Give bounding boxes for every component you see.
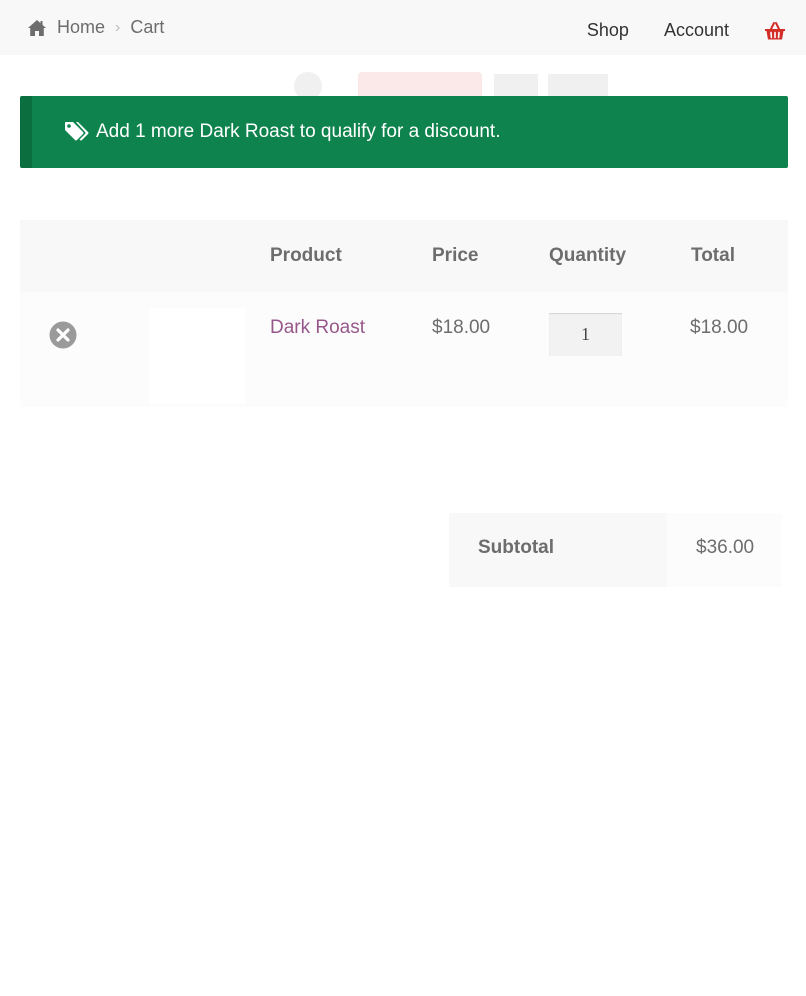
product-thumbnail[interactable] [149, 308, 246, 404]
header-total: Total [691, 245, 735, 266]
site-header: Home › Cart Shop Account [0, 0, 806, 55]
product-name-cell: Dark Roast [270, 317, 365, 339]
tags-icon [65, 122, 89, 141]
header-quantity: Quantity [549, 245, 627, 266]
primary-nav: Shop Account [587, 20, 786, 41]
breadcrumb-current: Cart [130, 17, 165, 37]
breadcrumb-home-link[interactable]: Home [57, 17, 105, 38]
subtotal-label: Subtotal [449, 513, 667, 587]
cart-table-header [20, 220, 788, 292]
basket-icon[interactable] [764, 21, 786, 41]
discount-notice: Add 1 more Dark Roast to qualify for a d… [20, 96, 788, 168]
nav-shop-link[interactable]: Shop [587, 20, 629, 41]
quantity-input[interactable] [549, 313, 622, 356]
remove-icon[interactable] [48, 320, 78, 350]
product-price: $18.00 [432, 317, 491, 338]
product-line-total: $18.00 [690, 317, 749, 338]
header-price: Price [432, 245, 479, 266]
subtotal-value: $36.00 [667, 513, 782, 587]
home-icon[interactable] [27, 19, 47, 37]
product-link[interactable]: Dark Roast [270, 317, 365, 338]
breadcrumb: Home › Cart [27, 17, 164, 38]
nav-account-link[interactable]: Account [664, 20, 729, 41]
chevron-right-icon: › [115, 18, 121, 36]
cart-item-row [20, 292, 788, 407]
header-product: Product [270, 245, 342, 266]
notice-text: Add 1 more Dark Roast to qualify for a d… [96, 121, 501, 142]
